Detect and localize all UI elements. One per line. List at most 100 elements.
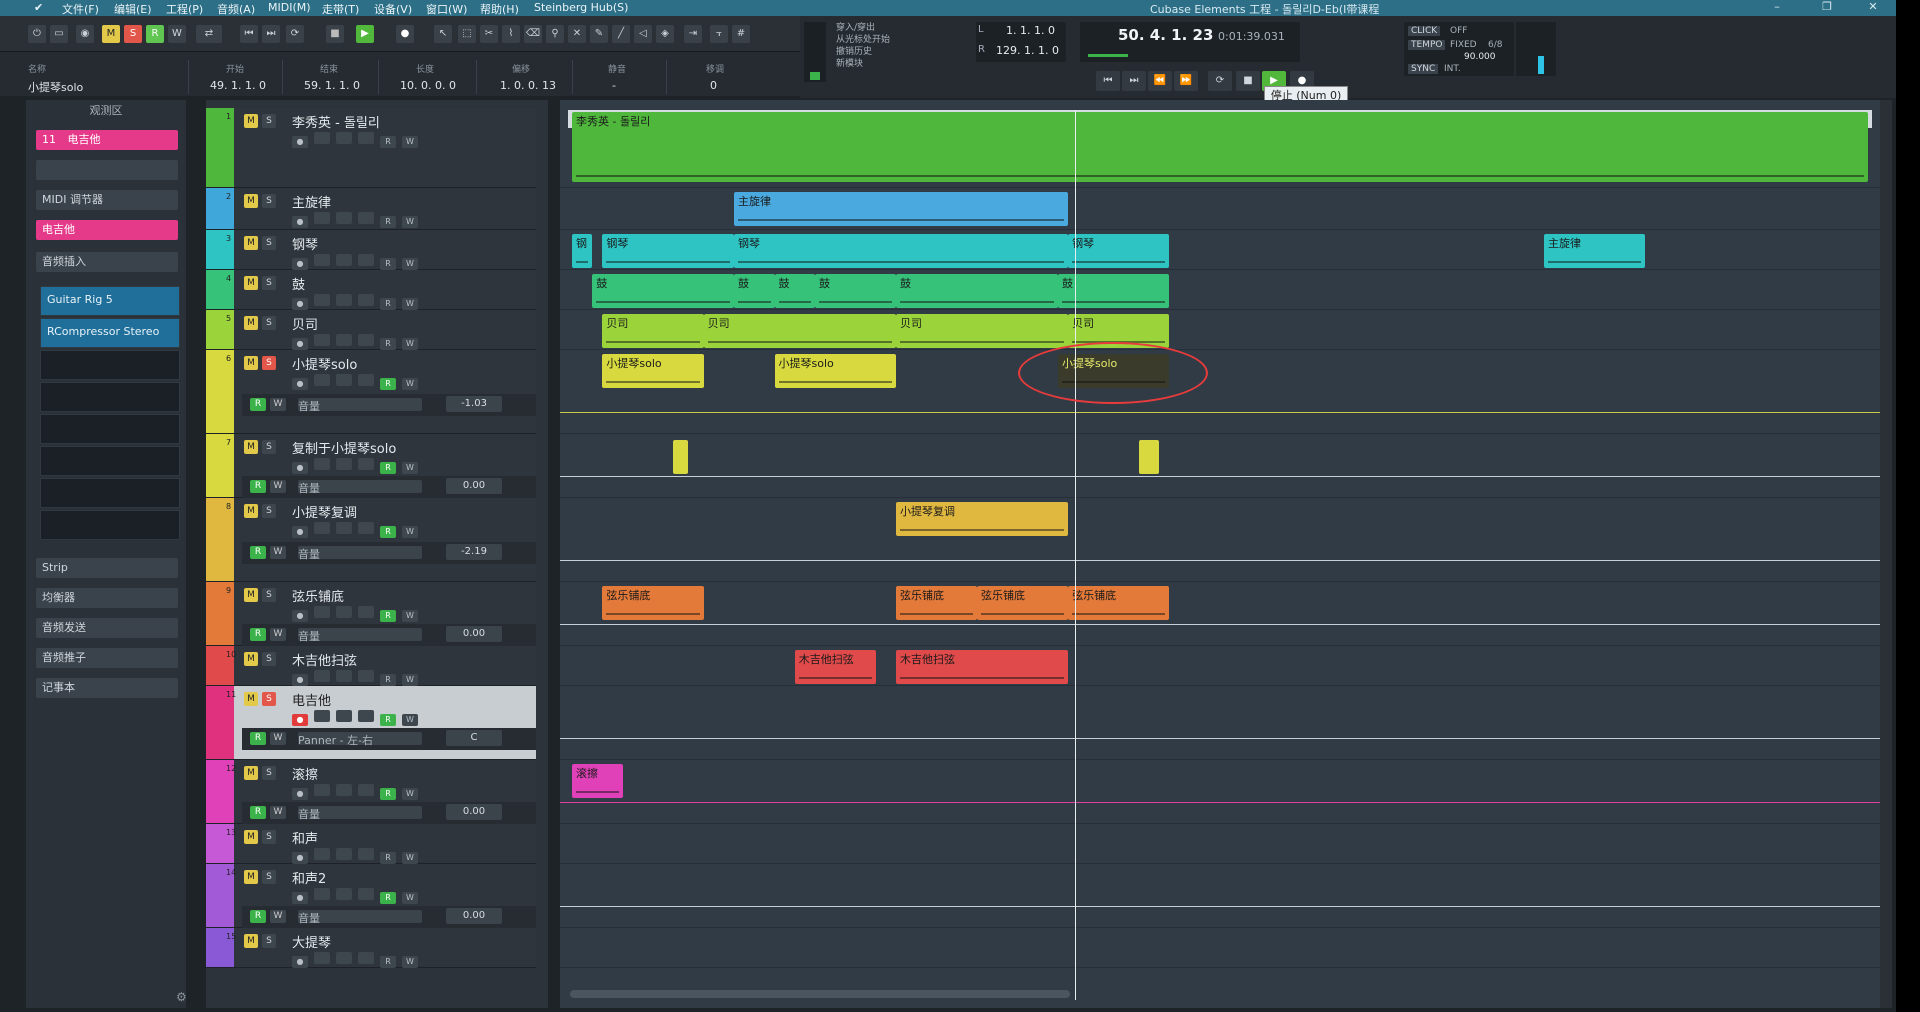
solo-button[interactable]: S — [262, 276, 276, 290]
solo-button[interactable]: S — [262, 766, 276, 780]
write-automation-icon[interactable]: W — [402, 258, 418, 270]
read-automation-icon[interactable]: R — [380, 788, 396, 800]
automation-lane[interactable]: R W 音量 0.00 — [242, 802, 536, 824]
cycle-icon[interactable]: ⟳ — [1208, 71, 1232, 91]
read-automation-icon[interactable]: R — [250, 732, 266, 745]
track-name[interactable]: 和声2 — [292, 868, 326, 887]
lane-icon[interactable] — [358, 212, 374, 224]
write-automation-icon[interactable]: W — [270, 480, 286, 493]
insert-slot-1[interactable]: Guitar Rig 5 — [40, 286, 180, 316]
solo-button[interactable]: S — [262, 236, 276, 250]
lane-icon[interactable] — [358, 606, 374, 618]
track-lane[interactable] — [560, 928, 1880, 968]
solo-button[interactable]: S — [262, 588, 276, 602]
write-automation-icon[interactable]: W — [402, 136, 418, 148]
write-automation-icon[interactable]: W — [402, 298, 418, 310]
glue-tool-icon[interactable]: ⌇ — [502, 25, 520, 43]
start-at-cursor-option[interactable]: 从光标处开始 — [836, 34, 890, 46]
notepad-section[interactable]: 记事本 — [36, 678, 178, 698]
track-row[interactable]: 1 M S 李秀英 - 돌릴리 ● R W — [206, 108, 536, 188]
time-signature[interactable]: 6/8 — [1488, 40, 1502, 50]
record-enable-icon[interactable]: ● — [292, 338, 308, 350]
menu-file[interactable]: 文件(F) — [62, 1, 99, 17]
menu-edit[interactable]: 编辑(E) — [114, 1, 152, 17]
track-lane[interactable] — [560, 350, 1880, 434]
event[interactable]: 钢琴 — [602, 234, 734, 268]
solo-button[interactable]: S — [262, 504, 276, 518]
write-automation-icon[interactable]: W — [402, 216, 418, 228]
record-enable-icon[interactable]: ● — [292, 956, 308, 968]
edit-icon[interactable] — [336, 334, 352, 346]
automation-param-value[interactable]: -2.19 — [446, 544, 502, 560]
audio-inserts-section[interactable]: 音频插入 — [36, 252, 178, 272]
event[interactable]: 贝司 — [703, 314, 896, 348]
read-automation-icon[interactable]: R — [380, 338, 396, 350]
solo-all-button[interactable]: S — [124, 25, 142, 43]
edit-icon[interactable] — [336, 710, 352, 722]
event[interactable]: 李秀英 - 돌릴리 — [572, 112, 1868, 182]
track-name[interactable]: 电吉他 — [292, 690, 331, 709]
event[interactable] — [673, 440, 689, 474]
info-transpose-value[interactable]: 0 — [710, 79, 717, 92]
event[interactable]: 鼓 — [774, 274, 815, 308]
grid-icon[interactable]: # — [732, 25, 750, 43]
event[interactable]: 木吉他扫弦 — [794, 650, 876, 684]
automation-param-value[interactable]: 0.00 — [446, 626, 502, 642]
fader-section[interactable]: 音频推子 — [36, 648, 178, 668]
monitor-icon[interactable] — [314, 132, 330, 144]
write-automation-icon[interactable]: W — [270, 732, 286, 745]
left-locator-icon[interactable]: L — [978, 24, 984, 35]
goto-start-icon[interactable]: ⏮ — [1096, 71, 1120, 91]
monitor-icon[interactable] — [314, 606, 330, 618]
read-automation-icon[interactable]: R — [380, 852, 396, 864]
track-row[interactable]: 13 M S 和声 ● R W — [206, 824, 536, 864]
track-name[interactable]: 小提琴solo — [292, 354, 357, 373]
color-tool-icon[interactable]: ◈ — [656, 25, 674, 43]
track-lane[interactable] — [560, 582, 1880, 646]
mute-button[interactable]: M — [244, 504, 258, 518]
edit-icon[interactable] — [336, 212, 352, 224]
event[interactable]: 滚擦 — [572, 764, 623, 798]
event[interactable]: 钢琴 — [1068, 234, 1170, 268]
menu-devices[interactable]: 设备(V) — [374, 1, 412, 17]
lane-icon[interactable] — [358, 848, 374, 860]
mute-button[interactable]: M — [244, 830, 258, 844]
strip-section[interactable]: Strip — [36, 558, 178, 578]
automation-curve[interactable] — [560, 476, 1880, 477]
track-name[interactable]: 木吉他扫弦 — [292, 650, 357, 669]
menu-transport[interactable]: 走带(T) — [322, 1, 359, 17]
fast-forward-icon[interactable]: ⏩ — [1174, 71, 1198, 91]
track-name[interactable]: 弦乐铺底 — [292, 586, 344, 605]
solo-button[interactable]: S — [262, 692, 276, 706]
insert-slot-7[interactable] — [40, 478, 180, 508]
record-enable-icon[interactable]: ● — [292, 610, 308, 622]
activate-project-button[interactable]: ⏻ — [28, 25, 46, 43]
eq-section[interactable]: 均衡器 — [36, 588, 178, 608]
info-offset-value[interactable]: 1. 0. 0. 13 — [500, 79, 556, 92]
monitor-icon[interactable] — [314, 784, 330, 796]
monitor-icon[interactable] — [314, 952, 330, 964]
event[interactable]: 弦乐铺底 — [977, 586, 1069, 620]
solo-button[interactable]: S — [262, 356, 276, 370]
write-automation-icon[interactable]: W — [402, 714, 418, 726]
project-cursor[interactable] — [1075, 110, 1077, 1000]
automation-lane[interactable]: R W 音量 -2.19 — [242, 542, 536, 564]
monitor-icon[interactable] — [314, 670, 330, 682]
record-enable-icon[interactable]: ● — [292, 714, 308, 726]
automation-param-value[interactable]: C — [446, 730, 502, 746]
click-label[interactable]: CLICK — [1408, 26, 1441, 36]
write-automation-icon[interactable]: W — [402, 338, 418, 350]
automation-lane[interactable]: R W 音量 0.00 — [242, 476, 536, 498]
automation-lane[interactable]: R W 音量 -1.03 — [242, 394, 536, 416]
insert-slot-8[interactable] — [40, 510, 180, 540]
solo-button[interactable]: S — [262, 440, 276, 454]
info-name-value[interactable]: 小提琴solo — [28, 79, 83, 95]
mute-button[interactable]: M — [244, 588, 258, 602]
monitor-icon[interactable] — [314, 888, 330, 900]
monitor-icon[interactable] — [314, 848, 330, 860]
info-start-value[interactable]: 49. 1. 1. 0 — [210, 79, 266, 92]
lane-icon[interactable] — [358, 334, 374, 346]
read-automation-icon[interactable]: R — [380, 136, 396, 148]
inspector-output-routing[interactable]: 电吉他 — [36, 220, 178, 240]
record-enable-icon[interactable]: ● — [292, 674, 308, 686]
